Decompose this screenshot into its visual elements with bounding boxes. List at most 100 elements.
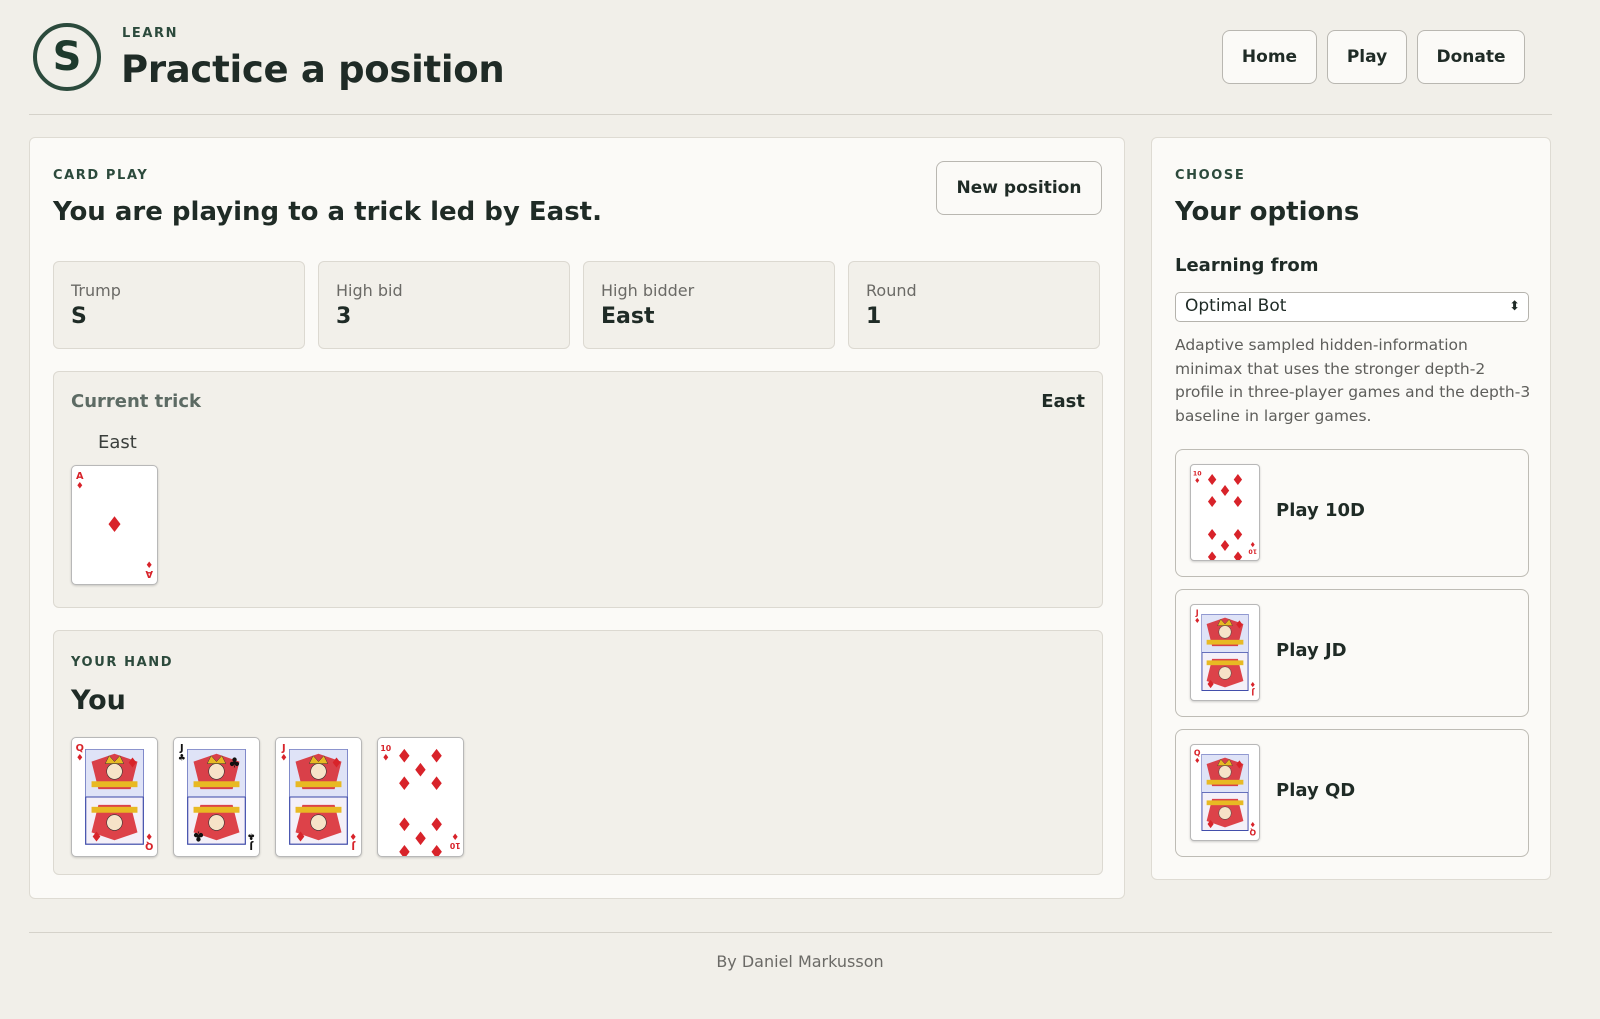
court-face-mirrored: [106, 814, 123, 831]
card-pip-icon: ♦: [428, 813, 445, 834]
stat-value: 1: [866, 304, 882, 329]
trick-seat-label: East: [98, 432, 137, 453]
card-face: 10♦10♦♦ ♦♦♦ ♦♦ ♦♦♦ ♦: [1193, 470, 1257, 560]
card-suit-icon: ♦: [145, 558, 153, 568]
hand-card[interactable]: 10 ♦ 10 ♦ ♦ ♦ ♦ ♦ ♦ ♦ ♦ ♦ ♦ ♦: [377, 737, 464, 857]
card-pip-icon: ♦: [1205, 547, 1218, 560]
option-card: 10 ♦ 10 ♦ ♦ ♦ ♦ ♦ ♦ ♦ ♦ ♦ ♦ ♦: [1190, 464, 1260, 561]
your-hand-box: YOUR HAND You Q ♦ Q ♦ ♦ ♦ J ♣ J ♣ ♣ ♣ J ♦ J ♦ ♦ ♦ 10 ♦ 10…: [53, 630, 1103, 875]
new-position-button[interactable]: New position: [936, 161, 1102, 215]
court-face-mirrored: [1218, 666, 1232, 680]
hand-card[interactable]: J ♣ J ♣ ♣ ♣: [173, 737, 260, 857]
current-trick-box: Current trick East East A ♦ A ♦ ♦: [53, 371, 1103, 608]
stat-label: High bidder: [601, 281, 695, 300]
court-suit-icon: ♦: [1235, 619, 1245, 632]
play-button[interactable]: Play: [1327, 30, 1407, 84]
card-center-pip-icon: ♦: [105, 513, 124, 538]
card-face: 10♦10♦♦ ♦♦♦ ♦♦ ♦♦♦ ♦: [380, 744, 460, 856]
card-suit-icon: ♣: [247, 830, 255, 840]
card-rank-label: A: [145, 568, 153, 579]
court-band-mirrored: [193, 806, 240, 813]
card-face: Q♦Q♦♦♦: [1194, 748, 1256, 837]
card-pip-icon: ♦: [396, 774, 413, 795]
option-play-jd[interactable]: J ♦ J ♦ ♦ ♦ Play JD: [1175, 589, 1529, 717]
court-suit-icon-mirrored: ♦: [294, 827, 306, 843]
option-card: J ♦ J ♦ ♦ ♦: [1190, 604, 1260, 701]
options-eyebrow: CHOOSE: [1175, 168, 1246, 183]
stat-trump: Trump S: [53, 261, 305, 349]
court-face-mirrored: [310, 814, 327, 831]
card-pip-icon: ♦: [396, 813, 413, 834]
options-panel: CHOOSE Your options Learning from Optima…: [1151, 137, 1551, 880]
card-pip-icon: ♦: [412, 826, 429, 847]
card-pip-icon: ♦: [428, 774, 445, 795]
bot-select[interactable]: Optimal Bot ⬍: [1175, 292, 1529, 322]
stat-value: S: [71, 304, 87, 329]
hand-card[interactable]: J ♦ J ♦ ♦ ♦: [275, 737, 362, 857]
card-suit-icon: ♦: [1250, 540, 1256, 549]
court-suit-icon: ♦: [330, 755, 342, 771]
bot-description: Adaptive sampled hidden-information mini…: [1175, 336, 1531, 425]
court-suit-icon-mirrored: ♣: [192, 827, 204, 843]
card-suit-icon: ♦: [1194, 616, 1200, 625]
logo[interactable]: S: [33, 23, 101, 91]
card-rank-label: A: [76, 471, 84, 482]
option-play-10d[interactable]: 10 ♦ 10 ♦ ♦ ♦ ♦ ♦ ♦ ♦ ♦ ♦ ♦ ♦ Play 10D: [1175, 449, 1529, 577]
footer-divider: [29, 932, 1552, 933]
court-face-mirrored: [208, 814, 225, 831]
hand-player: You: [71, 685, 126, 716]
card-pip-icon: ♦: [1205, 471, 1218, 489]
trick-leader: East: [1041, 391, 1085, 412]
card-suit-icon: ♦: [1194, 476, 1200, 485]
option-label: Play 10D: [1276, 500, 1365, 521]
card-pip-icon: ♦: [1205, 525, 1218, 543]
card-suit-icon: ♦: [280, 754, 288, 764]
current-trick-title: Current trick: [71, 391, 201, 412]
donate-button[interactable]: Donate: [1417, 30, 1525, 84]
stat-value: 3: [336, 304, 352, 329]
card-suit-icon: ♦: [76, 482, 84, 492]
card-rank-label: Q: [76, 743, 84, 754]
card-pip-icon: ♦: [428, 840, 445, 856]
footer-credit: By Daniel Markusson: [716, 952, 884, 971]
select-chevron-icon: ⬍: [1509, 299, 1520, 314]
court-face-mirrored: [1218, 806, 1232, 820]
card-face: J♦J♦♦♦: [1194, 608, 1256, 697]
option-play-qd[interactable]: Q ♦ Q ♦ ♦ ♦ Play QD: [1175, 729, 1529, 857]
option-label: Play JD: [1276, 640, 1347, 661]
court-band-mirrored: [91, 806, 138, 813]
card-suit-icon: ♦: [382, 754, 390, 764]
card-rank-label: 10: [380, 744, 391, 753]
stat-round: Round 1: [848, 261, 1100, 349]
page-header: S LEARN Practice a position Home Play Do…: [29, 0, 1552, 115]
card-pip-icon: ♦: [1231, 547, 1244, 560]
court-band-mirrored: [1206, 800, 1244, 806]
court-band: [1206, 779, 1244, 785]
card-rank-label: J: [179, 743, 184, 754]
card-face: Q♦Q♦♦♦: [76, 743, 154, 851]
home-button[interactable]: Home: [1222, 30, 1317, 84]
bot-select-value: Optimal Bot: [1185, 296, 1287, 316]
court-face: [1218, 765, 1232, 779]
card-suit-icon: ♦: [76, 754, 84, 764]
card-suit-icon: ♦: [349, 830, 357, 840]
court-suit-icon: ♦: [126, 755, 138, 771]
stat-high-bid: High bid 3: [318, 261, 570, 349]
card-pip-icon: ♦: [428, 747, 445, 768]
card-suit-icon: ♦: [1194, 756, 1200, 765]
card-pip-icon: ♦: [396, 840, 413, 856]
logo-letter: S: [52, 34, 82, 80]
card-rank-label: 10: [449, 841, 460, 850]
card-pip-icon: ♦: [396, 747, 413, 768]
options-heading: Your options: [1175, 197, 1360, 227]
card-pip-icon: ♦: [1205, 493, 1218, 511]
court-suit-icon-mirrored: ♦: [1206, 817, 1216, 830]
option-label: Play QD: [1276, 780, 1356, 801]
court-suit-icon: ♣: [228, 755, 240, 771]
hand-card[interactable]: Q ♦ Q ♦ ♦ ♦: [71, 737, 158, 857]
card-play-eyebrow: CARD PLAY: [53, 168, 149, 183]
court-band: [295, 781, 342, 788]
court-band: [193, 781, 240, 788]
card-play-panel: CARD PLAY You are playing to a trick led…: [29, 137, 1125, 899]
card-suit-icon: ♦: [1250, 820, 1256, 829]
